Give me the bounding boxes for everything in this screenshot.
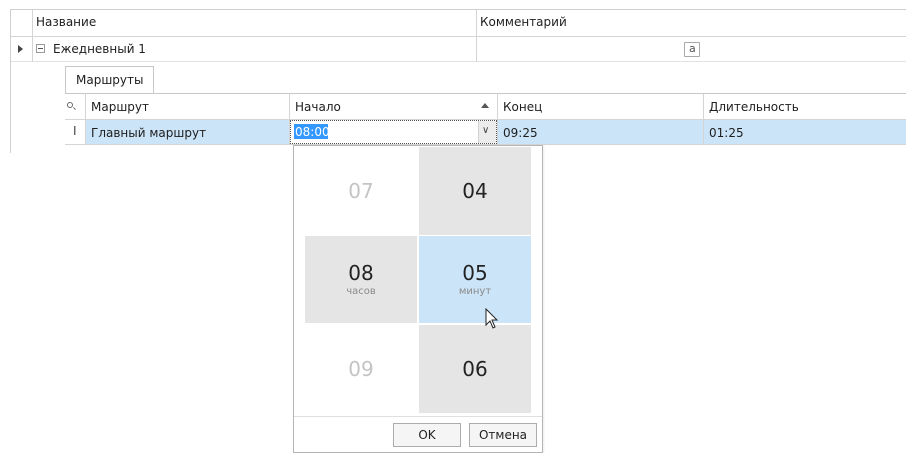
group-name: Ежедневный 1 — [53, 42, 146, 56]
minute-next[interactable]: 06 — [419, 325, 531, 413]
hours-caption: часов — [346, 285, 376, 297]
column-header-start[interactable]: Начало — [295, 101, 341, 113]
column-header-route[interactable]: Маршрут — [91, 101, 149, 113]
memo-icon-letter: a — [689, 42, 696, 55]
hour-prev[interactable]: 07 — [305, 147, 417, 235]
column-header-name[interactable]: Название — [36, 16, 96, 28]
chevron-down-icon: ∨ — [482, 125, 490, 136]
column-header-duration[interactable]: Длительность — [709, 101, 799, 113]
cell-end[interactable]: 09:25 — [503, 127, 538, 139]
tab-routes-label: Маршруты — [76, 73, 144, 87]
start-time-input[interactable]: 08:00 — [295, 126, 330, 138]
row-indicator-icon — [18, 45, 23, 53]
minute-prev[interactable]: 04 — [419, 147, 531, 235]
column-header-end[interactable]: Конец — [503, 101, 542, 113]
column-header-comment[interactable]: Комментарий — [480, 16, 567, 28]
cell-route[interactable]: Главный маршрут — [91, 127, 206, 139]
minutes-caption: минут — [458, 285, 492, 297]
mouse-pointer-icon — [485, 308, 499, 329]
master-header — [11, 10, 906, 37]
cell-duration[interactable]: 01:25 — [709, 127, 744, 139]
minute-current[interactable]: 05 минут — [419, 236, 531, 323]
time-picker-footer-divider — [294, 416, 542, 417]
ok-button[interactable]: OK — [393, 423, 461, 447]
hour-current[interactable]: 08 часов — [305, 236, 417, 323]
text-cursor-icon: I — [73, 124, 77, 138]
collapse-icon[interactable] — [36, 44, 45, 53]
sort-ascending-icon — [481, 103, 489, 108]
cancel-button[interactable]: Отмена — [469, 423, 537, 447]
hour-next[interactable]: 09 — [305, 325, 417, 413]
